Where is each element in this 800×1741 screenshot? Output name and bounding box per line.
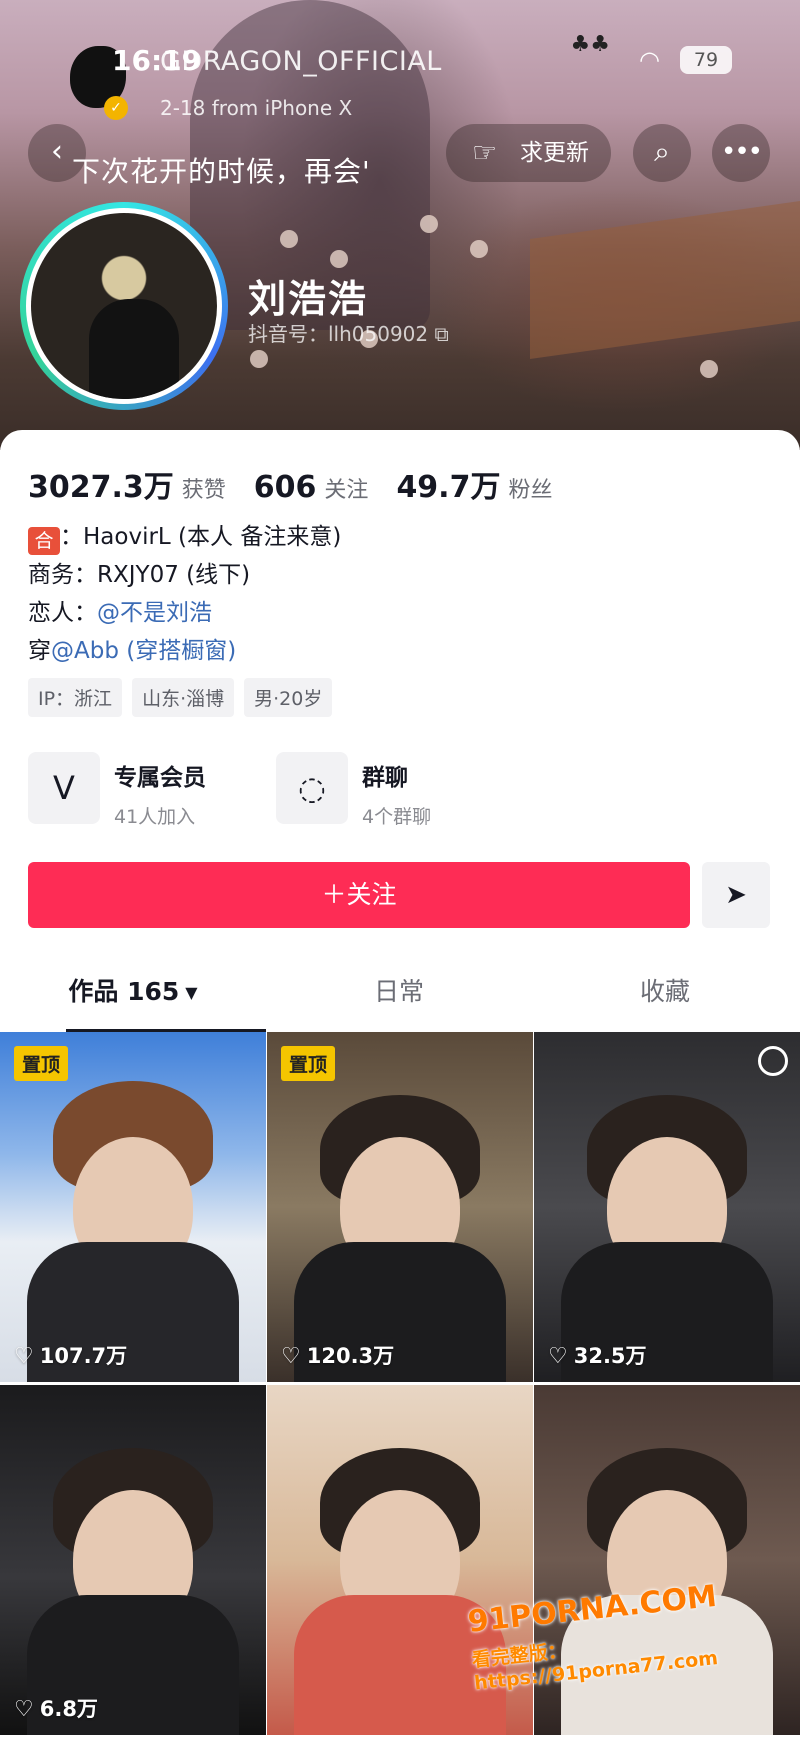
- video-like-count: ♡ 107.7万: [14, 1340, 127, 1370]
- tab-daily[interactable]: 日常: [266, 970, 532, 1032]
- video-thumbnail[interactable]: 置顶 ♡ 120.3万: [267, 1032, 533, 1382]
- pointing-hand-icon: ☞: [472, 136, 498, 169]
- stat-likes-label: 获赞: [181, 478, 226, 503]
- video-like-value: 107.7万: [39, 1344, 128, 1368]
- cover-sign: [530, 201, 800, 359]
- exclusive-membership-entry[interactable]: V 专属会员 41人加入: [28, 752, 206, 828]
- bio-line-1: 合：HaovirL (本人 备注来意): [28, 518, 341, 556]
- shop-window-link[interactable]: @Abb (穿搭橱窗): [51, 638, 236, 664]
- pinned-badge: 置顶: [281, 1046, 336, 1081]
- carrier-logo-icon: ♣♣: [570, 32, 610, 57]
- content-tabs: 作品 165 ▼ 日常 收藏: [0, 970, 800, 1032]
- cover-flower: [420, 215, 438, 233]
- avatar-photo: [31, 213, 217, 399]
- pinned-badge: 置顶: [14, 1046, 69, 1081]
- tag-ip: IP：浙江: [28, 678, 123, 717]
- stat-followers-value: 49.7万: [396, 470, 501, 505]
- more-button[interactable]: •••: [712, 124, 770, 182]
- video-like-count: ♡ 120.3万: [281, 1340, 394, 1370]
- live-photo-icon: [758, 1046, 788, 1076]
- video-like-value: 120.3万: [306, 1344, 395, 1368]
- cover-post-text: 下次花开的时候，再会': [72, 155, 371, 188]
- video-like-count: ♡ 32.5万: [548, 1340, 647, 1370]
- he-badge-icon: 合: [28, 527, 60, 555]
- avatar-figure: [89, 299, 179, 399]
- request-update-button[interactable]: ☞ 求更新: [446, 124, 611, 182]
- cover-flower: [280, 230, 298, 248]
- cover-flower: [330, 250, 348, 268]
- video-thumbnail[interactable]: ♡ 6.8万: [0, 1385, 266, 1735]
- heart-icon: ♡: [548, 1344, 568, 1369]
- profile-stats: 3027.3万 获赞 606 关注 49.7万 粉丝: [28, 462, 580, 506]
- search-icon: ⌕: [654, 135, 670, 168]
- tab-favorites[interactable]: 收藏: [532, 970, 798, 1032]
- share-button[interactable]: ➤: [702, 862, 770, 928]
- bio-line-4-prefix: 穿: [28, 638, 51, 664]
- bio-line-3-prefix: 恋人：: [28, 600, 97, 626]
- tab-works[interactable]: 作品 165 ▼: [0, 970, 266, 1032]
- video-like-value: 32.5万: [573, 1344, 647, 1368]
- douyin-id-text: 抖音号：llh050902: [248, 322, 429, 346]
- partner-mention-link[interactable]: @不是刘浩: [97, 600, 212, 626]
- search-button[interactable]: ⌕: [633, 124, 691, 182]
- tab-favorites-label: 收藏: [639, 977, 690, 1006]
- battery-indicator: 79: [680, 46, 732, 74]
- wifi-icon: ◠: [639, 46, 660, 74]
- stat-following-label: 关注: [324, 478, 369, 503]
- group-chat-entry[interactable]: ◌ 群聊 4个群聊: [276, 752, 432, 828]
- caret-down-icon: ▼: [185, 983, 198, 1002]
- bio-line-2: 商务：RXJY07 (线下): [28, 562, 251, 588]
- stat-likes-value: 3027.3万: [28, 470, 174, 505]
- bio-line-1-text: ：HaovirL (本人 备注来意): [60, 524, 342, 550]
- profile-tags: IP：浙江 山东·淄博 男·20岁: [28, 678, 342, 717]
- send-arrow-icon: ➤: [725, 880, 747, 910]
- more-dots-icon: •••: [720, 137, 763, 167]
- tab-daily-label: 日常: [373, 977, 424, 1006]
- profile-nickname: 刘浩浩: [248, 277, 369, 321]
- video-like-count: ♡ 6.8万: [14, 1693, 98, 1723]
- profile-card: 3027.3万 获赞 606 关注 49.7万 粉丝 合：HaovirL (本人…: [0, 430, 800, 1741]
- group-chat-title: 群聊: [362, 765, 408, 791]
- stat-followers[interactable]: 49.7万 粉丝: [396, 462, 552, 506]
- group-chat-icon: ◌: [276, 752, 348, 824]
- group-chat-count: 4个群聊: [362, 806, 432, 828]
- cover-post-meta: 2-18 from iPhone X: [160, 96, 353, 120]
- follow-button[interactable]: ＋关注: [28, 862, 690, 928]
- video-thumbnail[interactable]: ♡ 32.5万: [534, 1032, 800, 1382]
- cover-flower: [470, 240, 488, 258]
- group-chat-text: 群聊 4个群聊: [362, 752, 432, 828]
- membership-v-icon: V: [28, 752, 100, 824]
- profile-avatar[interactable]: [20, 202, 228, 410]
- avatar-border: [26, 208, 222, 404]
- video-like-value: 6.8万: [39, 1697, 98, 1721]
- chevron-left-icon: ‹: [51, 134, 63, 169]
- membership-count: 41人加入: [114, 806, 196, 828]
- membership-text: 专属会员 41人加入: [114, 752, 206, 828]
- bio-line-3: 恋人：@不是刘浩: [28, 594, 341, 632]
- tag-location: 山东·淄博: [132, 678, 235, 717]
- stat-following-value: 606: [253, 470, 317, 505]
- stat-followers-label: 粉丝: [508, 478, 553, 503]
- tag-gender-age: 男·20岁: [244, 678, 333, 717]
- stat-likes[interactable]: 3027.3万 获赞: [28, 462, 226, 506]
- video-thumbnail[interactable]: 置顶 ♡ 107.7万: [0, 1032, 266, 1382]
- verified-badge-icon: ✓: [104, 96, 128, 120]
- membership-title: 专属会员: [114, 765, 206, 791]
- tab-works-label: 作品 165: [68, 977, 180, 1006]
- cover-flower: [250, 350, 268, 368]
- heart-icon: ♡: [14, 1344, 34, 1369]
- copy-icon[interactable]: ⧉: [435, 322, 449, 346]
- cover-flower: [700, 360, 718, 378]
- profile-bio: 合：HaovirL (本人 备注来意) 商务：RXJY07 (线下) 恋人：@不…: [28, 518, 341, 670]
- request-update-label: 求更新: [520, 140, 589, 166]
- heart-icon: ♡: [281, 1344, 301, 1369]
- bio-line-4: 穿@Abb (穿搭橱窗): [28, 632, 341, 670]
- profile-douyin-id[interactable]: 抖音号：llh050902 ⧉: [248, 318, 449, 347]
- heart-icon: ♡: [14, 1697, 34, 1722]
- cover-post-account: GDRAGON_OFFICIAL: [160, 46, 442, 77]
- stat-following[interactable]: 606 关注: [254, 470, 369, 505]
